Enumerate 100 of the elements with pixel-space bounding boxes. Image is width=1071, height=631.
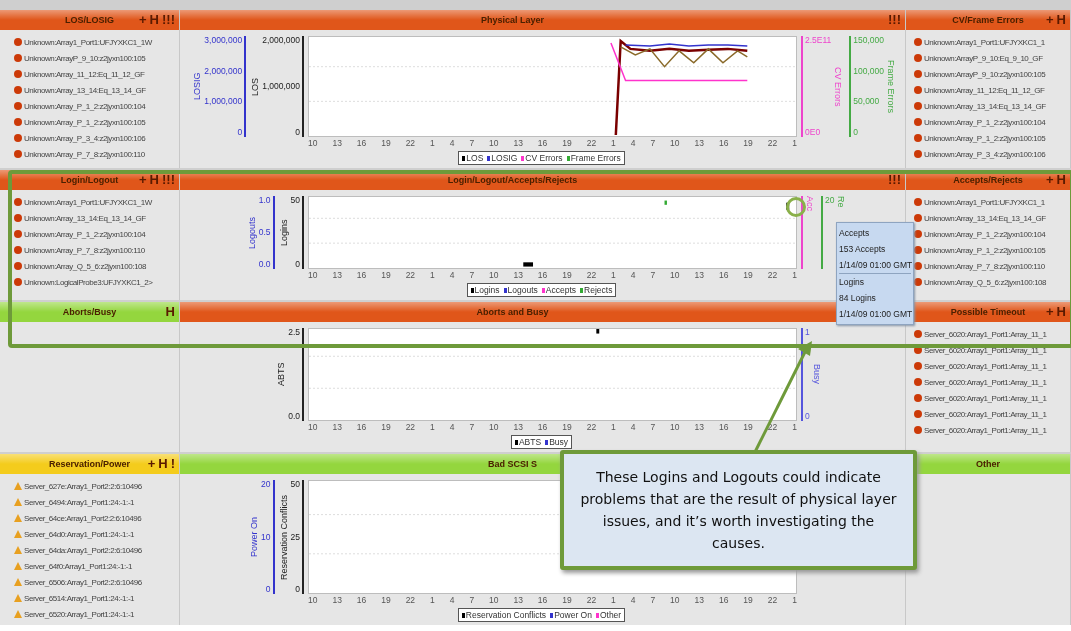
header-action[interactable]: !!! [888, 12, 901, 28]
list-item[interactable]: Server_627e:Array1_Port2:2:6:10496 [24, 481, 142, 491]
list-item[interactable]: Unknown:Array_P_1_2:z2jyxn100:104 [924, 229, 1046, 239]
list-item[interactable]: Unknown:Array_Q_5_6:z2jyxn100:108 [924, 277, 1047, 287]
header-action[interactable]: H [1056, 172, 1066, 188]
list-item[interactable]: Server_6020:Array1_Port1:Array_11_1 [924, 345, 1047, 355]
axis-tick-label: 0 [236, 127, 243, 137]
list-item[interactable]: Unknown:Array_11_12:Eq_11_12_GF [24, 69, 145, 79]
list-item[interactable]: Server_6520:Array1_Port1:24:-1:-1 [24, 609, 135, 619]
header-action[interactable]: !!! [888, 172, 901, 188]
header-action[interactable]: + [1046, 304, 1054, 320]
list-item[interactable]: Server_64ce:Array1_Port2:2:6:10496 [24, 513, 142, 523]
list-item[interactable]: Unknown:Array_13_14:Eq_13_14_GF [24, 213, 146, 223]
list-item[interactable]: Server_64d0:Array1_Port1:24:-1:-1 [24, 529, 135, 539]
panel-title: LOS/LOSIG [65, 15, 114, 25]
axis-tick-label: 1 [805, 328, 810, 337]
header-action[interactable]: ! [170, 456, 175, 472]
panel-title: Physical Layer [480, 15, 544, 25]
axis-tick-label: 50 [290, 196, 300, 205]
axis-tick-label: 25 [290, 532, 300, 542]
axis-tick-label: 10 [670, 139, 680, 148]
legend-label: Accepts [545, 285, 577, 295]
list-item[interactable]: Unknown:Array_P_1_2:z2jyxn100:104 [24, 101, 146, 111]
axis-tick-label: 7 [650, 423, 656, 432]
legend-label: ABTS [518, 437, 542, 447]
axis-tick-label: 19 [562, 423, 572, 432]
list-item[interactable]: Unknown:Array1_Port1:UFJYXKC1_1W [24, 37, 152, 47]
header-action[interactable]: !!! [162, 12, 175, 28]
list-item[interactable]: Server_64f0:Array1_Port1:24:-1:-1 [24, 561, 132, 571]
axis-tick-label: 2,000,000 [262, 36, 300, 45]
header-action[interactable]: + [147, 456, 156, 472]
header-action[interactable]: + [139, 172, 147, 188]
list-item[interactable]: Unknown:Array_13_14:Eq_13_14_GF [924, 213, 1046, 223]
axis-tick-label: 19 [743, 596, 753, 605]
axis-tick-label: 19 [562, 139, 572, 148]
list-item[interactable]: Unknown:ArrayP_9_10:z2jyxn100:105 [924, 69, 1046, 79]
panel-title: CV/Frame Errors [952, 15, 1024, 25]
axis-tick-label: 1 [792, 423, 797, 432]
legend-label: Power On [554, 610, 592, 620]
axis-tick-label: 22 [405, 596, 416, 605]
list-item[interactable]: Server_6494:Array1_Port1:24:-1:-1 [24, 497, 135, 507]
list-item[interactable]: Unknown:Array_P_1_2:z2jyxn100:104 [924, 117, 1046, 127]
header-action[interactable]: H [1056, 12, 1066, 28]
list-item[interactable]: Unknown:Array_P_1_2:z2jyxn100:105 [924, 245, 1046, 255]
list-item[interactable]: Unknown:ArrayP_9_10:z2jyxn100:105 [24, 53, 146, 63]
header-action[interactable]: H [149, 172, 159, 188]
list-item[interactable]: Server_64da:Array1_Port2:2:6:10496 [24, 545, 142, 555]
list-item[interactable]: Unknown:Array_P_3_4:z2jyxn100:106 [924, 149, 1046, 159]
axis-tick-label: 2,000,000 [204, 66, 243, 76]
list-item[interactable]: Unknown:Array_Q_5_6:z2jyxn100:108 [24, 261, 147, 271]
list-item[interactable]: Server_6514:Array1_Port1:24:-1:-1 [24, 593, 135, 603]
list-item[interactable]: Unknown:ArrayP_9_10:Eq_9_10_GF [924, 53, 1043, 63]
axis-tick-label: 4 [630, 423, 636, 432]
header-action[interactable]: H [165, 304, 175, 320]
axis-tick-label: 4 [630, 139, 636, 148]
list-item[interactable]: Unknown:Array_P_1_2:z2jyxn100:104 [24, 229, 146, 239]
axis-tick-label: 0 [294, 128, 300, 137]
axis-tick-label: 13 [332, 271, 342, 280]
list-item[interactable]: Server_6020:Array1_Port1:Array_11_1 [924, 361, 1047, 371]
header-action[interactable]: + [1046, 12, 1054, 28]
axis-tick-label: 16 [356, 423, 367, 432]
list-item[interactable]: Unknown:Array_P_3_4:z2jyxn100:106 [24, 133, 146, 143]
axis-tick-label: 1,000,000 [204, 97, 243, 107]
axis-tick-label: 1 [792, 271, 797, 280]
header-action[interactable]: + [139, 12, 147, 28]
header-action[interactable]: + [1046, 172, 1054, 188]
header-action[interactable]: H [158, 456, 168, 472]
axis-tick-label: 7 [469, 423, 475, 432]
axis-tick-label: 10 [489, 423, 499, 432]
tooltip-text: 84 Logins [839, 293, 877, 303]
legend-label: LOS [466, 153, 484, 163]
list-item[interactable]: Unknown:Array_P_7_8:z2jyxn100:110 [24, 149, 145, 159]
list-item[interactable]: Unknown:Array_13_14:Eq_13_14_GF [924, 101, 1046, 111]
axis-tick-label: 13 [513, 596, 523, 605]
header-action[interactable]: !!! [162, 172, 175, 188]
header-action[interactable]: H [149, 12, 159, 28]
list-item[interactable]: Unknown:Array1_Port1:UFJYXKC1_1 [924, 37, 1045, 47]
axis-tick-label: 0.0 [288, 412, 300, 421]
list-item[interactable]: Unknown:Array_P_7_8:z2jyxn100:110 [24, 245, 145, 255]
list-item[interactable]: Unknown:Array_P_1_2:z2jyxn100:105 [924, 133, 1046, 143]
axis-tick-label: 22 [586, 596, 597, 605]
list-item[interactable]: Unknown:Array_P_1_2:z2jyxn100:105 [24, 117, 146, 127]
list-item[interactable]: Server_6020:Array1_Port1:Array_11_1 [924, 393, 1047, 403]
list-item[interactable]: Server_6020:Array1_Port1:Array_11_1 [924, 409, 1047, 419]
axis-tick-label: 1 [792, 139, 797, 148]
list-item[interactable]: Unknown:Array_11_12:Eq_11_12_GF [924, 85, 1045, 95]
list-item[interactable]: Server_6506:Array1_Port2:2:6:10496 [24, 577, 142, 587]
list-item[interactable]: Server_6020:Array1_Port1:Array_11_1 [924, 425, 1047, 435]
list-item[interactable]: Unknown:Array_13_14:Eq_13_14_GF [24, 85, 146, 95]
list-item[interactable]: Server_6020:Array1_Port1:Array_11_1 [924, 329, 1047, 339]
header-action[interactable]: H [1056, 304, 1066, 320]
axis-tick-label: 7 [650, 139, 656, 148]
axis-tick-label: 19 [381, 423, 391, 432]
list-item[interactable]: Unknown:LogicalProbe3:UFJYXKC1_2> [24, 277, 153, 287]
list-item[interactable]: Unknown:Array1_Port1:UFJYXKC1_1W [24, 197, 152, 207]
list-item[interactable]: Server_6020:Array1_Port1:Array_11_1 [924, 377, 1047, 387]
axis-tick-label: 13 [513, 423, 523, 432]
list-item[interactable]: Unknown:Array_P_7_8:z2jyxn100:110 [924, 261, 1045, 271]
list-item[interactable]: Unknown:Array1_Port1:UFJYXKC1_1 [924, 197, 1045, 207]
axis-tick-label: 16 [718, 139, 729, 148]
